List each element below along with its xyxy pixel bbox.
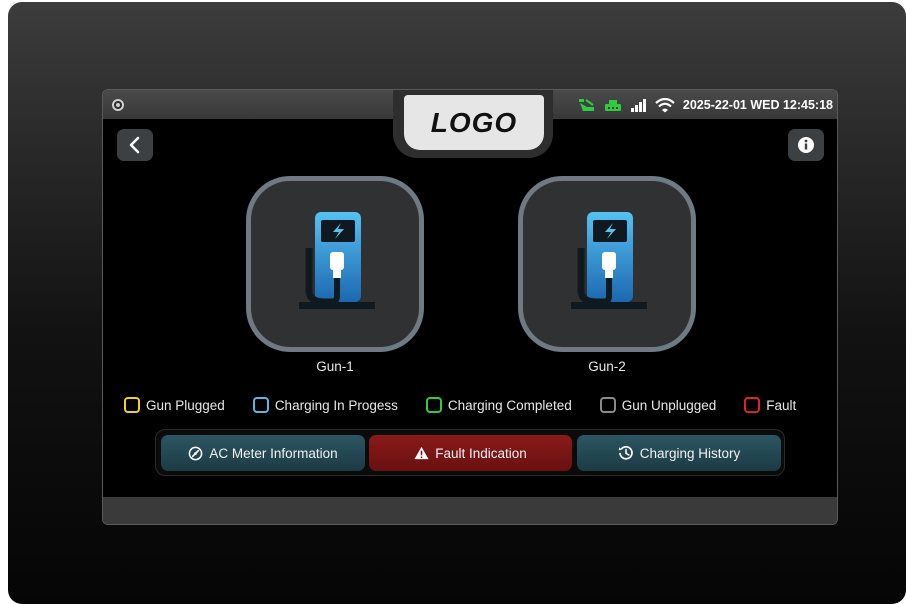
info-icon — [798, 137, 814, 153]
device-bezel: 2025-22-01 WED 12:45:18 LOGO Gun-1 Gun-2… — [8, 2, 906, 604]
bottom-strip — [103, 497, 837, 524]
chevron-left-icon — [129, 136, 140, 154]
ac-meter-information-button[interactable]: AC Meter Information — [161, 435, 365, 471]
charger-screen: 2025-22-01 WED 12:45:18 LOGO Gun-1 Gun-2… — [102, 89, 838, 525]
info-button[interactable] — [788, 129, 824, 161]
legend-swatch-gray — [599, 397, 616, 413]
legend-label: Charging In Progess — [274, 397, 398, 413]
legend-gun-unplugged: Gun Unplugged — [599, 397, 717, 413]
gun-2-card[interactable] — [518, 176, 696, 352]
legend-charging-completed: Charging Completed — [425, 397, 572, 413]
charging-history-label: Charging History — [639, 445, 741, 461]
gun-1-label: Gun-1 — [316, 359, 354, 374]
action-bar: AC Meter Information Fault Indication Ch… — [155, 429, 785, 476]
legend-swatch-red — [744, 397, 761, 413]
meter-gauge-icon — [189, 446, 203, 460]
legend-swatch-green — [425, 397, 442, 413]
charging-history-button[interactable]: Charging History — [577, 435, 781, 471]
legend-label: Charging Completed — [447, 397, 572, 413]
fault-indication-label: Fault Indication — [435, 445, 527, 461]
brand-logo: LOGO — [404, 95, 544, 150]
legend-swatch-yellow — [124, 397, 140, 413]
ev-connection-icon — [578, 98, 596, 112]
legend-swatch-blue — [252, 397, 269, 413]
status-legend: Gun Plugged Charging In Progess Charging… — [124, 396, 824, 414]
gun-2-label: Gun-2 — [588, 359, 626, 374]
legend-label: Gun Unplugged — [621, 397, 717, 413]
wifi-icon — [655, 97, 675, 113]
legend-fault: Fault — [744, 397, 796, 413]
fault-indication-button[interactable]: Fault Indication — [369, 435, 572, 471]
status-icons: 2025-22-01 WED 12:45:18 — [578, 96, 833, 114]
ev-charger-icon — [571, 212, 647, 309]
legend-label: Gun Plugged — [146, 397, 225, 413]
signal-bars-icon — [630, 98, 647, 112]
gun-1-card[interactable] — [246, 176, 424, 352]
camera-icon — [112, 99, 124, 111]
legend-label: Fault — [766, 397, 797, 413]
legend-charging-in-progress: Charging In Progess — [252, 397, 398, 413]
history-icon — [618, 445, 633, 460]
datetime-display: 2025-22-01 WED 12:45:18 — [682, 98, 833, 112]
back-button[interactable] — [117, 129, 153, 161]
network-icon — [604, 98, 622, 112]
legend-gun-plugged: Gun Plugged — [124, 397, 225, 413]
ev-charger-icon — [299, 212, 375, 309]
warning-icon — [414, 446, 429, 460]
ac-meter-information-label: AC Meter Information — [209, 445, 338, 461]
